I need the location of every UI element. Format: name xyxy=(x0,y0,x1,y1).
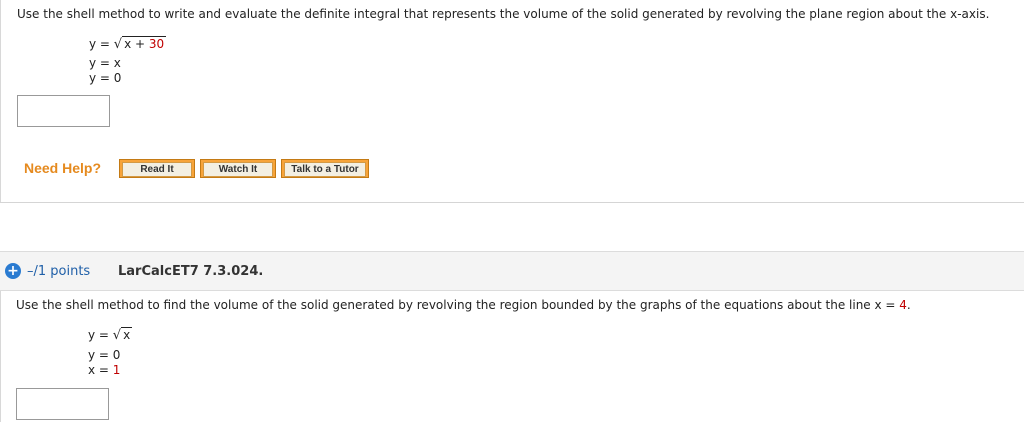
watch-it-label: Watch It xyxy=(203,162,273,177)
watch-it-button[interactable]: Watch It xyxy=(200,159,276,178)
read-it-button[interactable]: Read It xyxy=(119,159,195,178)
q2-equation-1: y = √ x xyxy=(88,327,133,343)
question-id: LarCalcET7 7.3.024. xyxy=(118,264,264,279)
question-2-prompt-end: . xyxy=(906,298,911,312)
q2-equation-1-radicand: x xyxy=(121,327,133,342)
q2-equation-1-lhs: y = xyxy=(88,328,113,342)
sqrt-symbol: √ x xyxy=(112,327,133,343)
question-1: Use the shell method to write and evalua… xyxy=(0,0,1024,203)
talk-to-tutor-button[interactable]: Talk to a Tutor xyxy=(281,159,369,178)
question-2-prompt-text: Use the shell method to find the volume … xyxy=(16,298,900,312)
points-label: –/1 points xyxy=(27,264,91,279)
answer-input-1[interactable] xyxy=(17,95,110,127)
plus-circle-icon[interactable]: + xyxy=(5,263,21,279)
equation-1-constant: 30 xyxy=(148,37,165,51)
equation-3: y = 0 xyxy=(89,71,122,85)
answer-input-2[interactable] xyxy=(16,388,109,420)
question-2-prompt: Use the shell method to find the volume … xyxy=(16,298,911,312)
talk-to-tutor-label: Talk to a Tutor xyxy=(284,162,366,177)
question-2-prompt-value: 4 xyxy=(899,298,907,312)
q2-equation-3: x = 1 xyxy=(88,363,120,377)
need-help-label: Need Help? xyxy=(24,160,102,176)
equation-1-lhs: y = xyxy=(89,37,114,51)
equation-1-radicand: x + xyxy=(124,37,149,51)
question-2-header: + –/1 points LarCalcET7 7.3.024. xyxy=(0,251,1024,291)
q2-equation-3-value: 1 xyxy=(112,363,121,377)
read-it-label: Read It xyxy=(122,162,192,177)
q2-equation-3-lhs: x = xyxy=(88,363,113,377)
question-1-prompt: Use the shell method to write and evalua… xyxy=(17,7,990,21)
q2-equation-2: y = 0 xyxy=(88,348,121,362)
equation-2: y = x xyxy=(89,56,121,70)
sqrt-symbol: √ x + 30 xyxy=(113,36,167,52)
divider xyxy=(0,202,1024,203)
equation-1: y = √ x + 30 xyxy=(89,36,167,52)
question-2-left-border xyxy=(0,291,1,422)
